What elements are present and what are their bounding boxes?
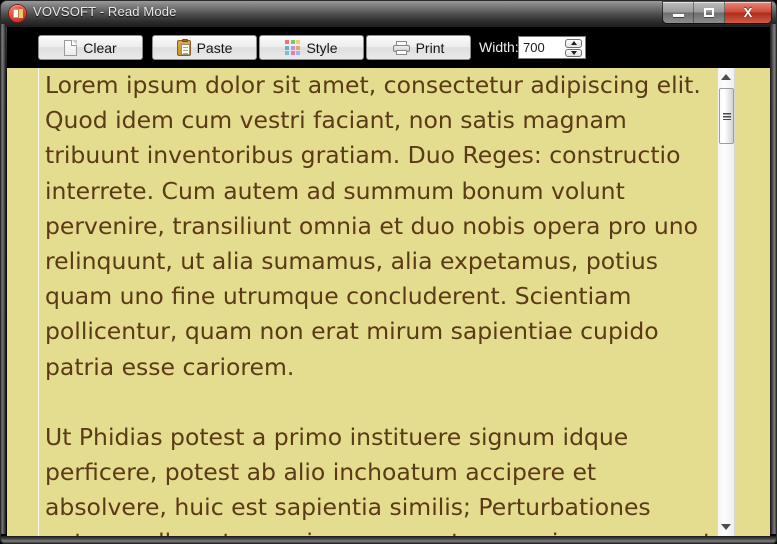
toolbar: Clear Paste Style Print Width: 700 [7,27,770,68]
scroll-up-icon [721,74,731,80]
width-increment-button[interactable] [565,39,582,48]
color-swatch [290,40,295,44]
paragraph: Lorem ipsum dolor sit amet, consectetur … [45,71,709,381]
maximize-button[interactable] [694,2,725,23]
clipboard-page [180,43,190,55]
margin-rule-line [38,68,39,536]
color-swatch [285,45,290,50]
scroll-down-icon [721,524,731,530]
title-bar[interactable]: VOVSOFT - Read Mode X [0,0,777,27]
clear-button[interactable]: Clear [38,35,143,60]
page-icon [64,39,78,56]
book-glyph [12,9,23,18]
printer-paper-out [395,49,407,55]
window-frame-bottom-edge [1,536,776,543]
color-swatch [290,51,295,55]
color-swatch [285,40,290,44]
paste-button[interactable]: Paste [152,35,257,60]
window-frame-right-edge [770,24,776,534]
window-frame-left-edge [1,24,6,534]
clear-button-label: Clear [83,39,117,56]
width-decrement-button[interactable] [565,48,582,57]
width-input[interactable] [519,40,567,55]
style-button-label: Style [306,39,338,56]
scroll-up-button[interactable] [718,69,734,85]
minimize-button[interactable] [663,2,694,23]
width-label: Width: [479,39,519,55]
application-window: VOVSOFT - Read Mode X Clear Paste Style … [0,0,777,544]
maximize-icon [704,8,714,17]
document-text[interactable]: Lorem ipsum dolor sit amet, consectetur … [45,68,717,536]
chevron-up-icon [570,41,577,46]
chevron-down-icon [570,50,577,55]
paste-button-label: Paste [196,39,233,56]
scroll-down-button[interactable] [718,519,734,535]
close-icon: X [743,5,753,20]
color-swatch [285,51,290,55]
width-stepper[interactable] [565,39,582,57]
close-button[interactable]: X [725,2,771,23]
clipboard-icon [176,38,191,56]
paragraph: Ut Phidias potest a primo instituere sig… [45,422,712,536]
reading-pane-right-margin [735,68,770,536]
color-swatch [296,51,301,55]
color-grid-icon [285,40,301,55]
app-book-icon [9,5,26,22]
scrollbar-thumb[interactable] [719,88,734,144]
reading-pane[interactable]: Lorem ipsum dolor sit amet, consectetur … [7,68,770,536]
color-swatch [290,45,295,50]
style-button[interactable]: Style [259,35,364,60]
print-button-label: Print [415,39,445,56]
vertical-scrollbar[interactable] [717,68,735,536]
window-controls: X [663,2,771,23]
window-title: VOVSOFT - Read Mode [33,4,177,19]
print-button[interactable]: Print [366,35,471,60]
minimize-icon [672,13,684,17]
scrollbar-grip-icon [722,112,731,120]
clipboard-clip [181,38,188,42]
width-spinner[interactable] [518,36,586,59]
color-swatch [296,40,301,44]
color-swatch [296,45,301,50]
printer-icon [392,40,410,55]
client-area: Clear Paste Style Print Width: 700 Lorem… [7,27,770,536]
